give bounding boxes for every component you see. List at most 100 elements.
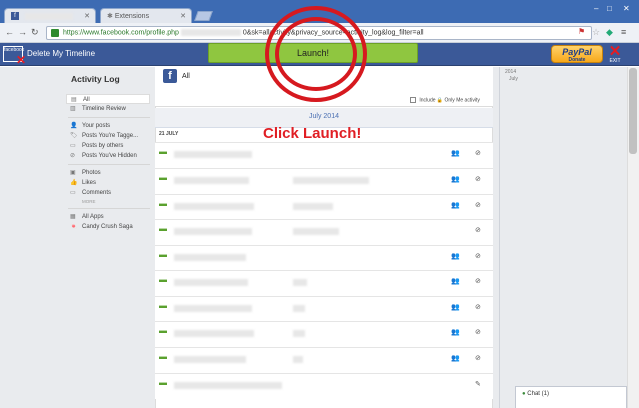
block-icon[interactable]: ⊘ xyxy=(475,277,481,285)
block-icon[interactable]: ⊘ xyxy=(475,175,481,183)
sidebar-item[interactable]: 🏷 Posts You're Tagge... xyxy=(66,131,150,141)
activity-detail-blurred xyxy=(293,330,305,337)
sidebar-item[interactable]: MORE xyxy=(66,198,150,205)
sidebar-item[interactable]: 👤 Your posts xyxy=(66,121,150,131)
activity-text-blurred xyxy=(174,151,252,158)
activity-row: ▬ ✎ xyxy=(155,373,493,399)
post-type-icon: ▬ xyxy=(159,173,167,182)
block-icon[interactable]: ⊘ xyxy=(475,201,481,209)
post-type-icon: ▬ xyxy=(159,147,167,156)
close-tab-icon[interactable]: ✕ xyxy=(84,12,90,20)
block-icon[interactable]: ⊘ xyxy=(475,252,481,260)
comment-icon: ▭ xyxy=(70,190,76,196)
block-icon[interactable]: ⊘ xyxy=(475,149,481,157)
sidebar-divider xyxy=(68,164,150,165)
scrollbar-thumb[interactable] xyxy=(629,68,637,154)
activity-row: ▬ 👥 ⊘ xyxy=(155,245,493,271)
sidebar-item[interactable]: ▤ All xyxy=(66,94,150,104)
audience-icon[interactable]: 👥 xyxy=(451,149,460,157)
include-checkbox[interactable] xyxy=(410,97,416,103)
audience-icon[interactable]: 👥 xyxy=(451,303,460,311)
activity-log-sidebar: Activity Log ▤ All ▥ Timeline Review 👤 Your p… xyxy=(66,74,150,232)
audience-icon[interactable]: 👥 xyxy=(451,277,460,285)
sidebar-item[interactable]: 🍬 Candy Crush Saga xyxy=(66,222,150,232)
tab-extensions[interactable]: ✱ Extensions ✕ xyxy=(100,8,192,23)
activity-detail-blurred xyxy=(293,177,369,184)
post-type-icon: ▬ xyxy=(159,250,167,259)
include-only-me-toggle[interactable]: Include 🔒 Only Me activity xyxy=(410,97,480,103)
audience-icon[interactable]: 👥 xyxy=(451,328,460,336)
block-icon[interactable]: ⊘ xyxy=(475,226,481,234)
audience-icon[interactable]: 👥 xyxy=(451,201,460,209)
close-window-button[interactable]: ✕ xyxy=(623,4,630,13)
timeline-scrubber: 2014 July xyxy=(499,67,627,408)
extension-title: Delete My Timeline xyxy=(27,49,96,58)
sidebar-item[interactable]: 👍 Likes xyxy=(66,178,150,188)
facebook-logo-icon: f xyxy=(163,69,177,83)
sidebar-item-label: Posts You've Hidden xyxy=(82,153,137,159)
reload-icon[interactable]: ↻ xyxy=(31,27,39,38)
chat-label: Chat (1) xyxy=(527,391,549,397)
timeline-month[interactable]: July xyxy=(509,76,518,82)
audience-icon[interactable]: 👥 xyxy=(451,354,460,362)
exit-button[interactable]: ✕ EXIT xyxy=(607,44,623,65)
audience-icon[interactable]: 👥 xyxy=(451,175,460,183)
tab-facebook[interactable]: f ✕ xyxy=(4,8,96,23)
tab-title-blurred xyxy=(24,12,73,20)
chat-icon: ● xyxy=(522,391,526,397)
edit-icon[interactable]: ✎ xyxy=(475,380,481,388)
bookmark-star-icon[interactable]: ☆ xyxy=(592,27,600,38)
tag-icon: 🏷 xyxy=(70,133,78,139)
sidebar-item[interactable]: ▥ Timeline Review xyxy=(66,104,150,114)
forward-icon[interactable]: → xyxy=(18,27,27,37)
new-tab-button[interactable] xyxy=(194,11,213,21)
candy-icon: 🍬 xyxy=(70,224,78,230)
sidebar-item[interactable]: ⊘ Posts You've Hidden xyxy=(66,151,150,161)
activity-text-blurred xyxy=(174,254,246,261)
chat-tab[interactable]: ● Chat (1) xyxy=(515,386,627,408)
sidebar-item-label: All xyxy=(83,97,90,103)
maximize-button[interactable]: □ xyxy=(607,4,612,13)
block-icon[interactable]: ⊘ xyxy=(475,328,481,336)
sidebar-item[interactable]: ▭ Comments xyxy=(66,188,150,198)
block-icon[interactable]: ⊘ xyxy=(475,354,481,362)
activity-row: ▬ 👥 ⊘ xyxy=(155,168,493,194)
post-type-icon: ▬ xyxy=(159,352,167,361)
activity-row: ▬ 👥 ⊘ xyxy=(155,142,493,168)
sidebar-item-label: Likes xyxy=(82,180,97,186)
red-x-icon: ✕ xyxy=(15,53,26,67)
activity-log-title: Activity Log xyxy=(71,74,120,84)
minimize-button[interactable]: – xyxy=(594,4,598,13)
activity-detail-blurred xyxy=(293,356,303,363)
flag-icon[interactable]: ⚑ xyxy=(578,27,585,36)
post-type-icon: ▬ xyxy=(159,199,167,208)
date-header: 21 JULY xyxy=(159,131,179,137)
extension-icon[interactable]: ◆ xyxy=(606,27,613,38)
timeline-year[interactable]: 2014 xyxy=(505,69,516,75)
sidebar-item[interactable]: ▭ Posts by others xyxy=(66,141,150,151)
sidebar-item-label: All Apps xyxy=(82,214,104,220)
lock-icon xyxy=(51,29,59,37)
activity-row: ▬ ⊘ xyxy=(155,219,493,245)
close-tab-icon[interactable]: ✕ xyxy=(180,12,186,20)
lock-icon: 🔒 xyxy=(436,97,444,104)
url-prefix: https://www.facebook.com/profile.php xyxy=(63,29,179,37)
timeline-icon: ▥ xyxy=(70,106,76,112)
sidebar-item-label: Photos xyxy=(82,170,101,176)
menu-icon[interactable]: ≡ xyxy=(621,27,626,37)
photo-icon: ▣ xyxy=(70,170,76,176)
activity-text-blurred xyxy=(174,177,249,184)
activity-text-blurred xyxy=(174,228,252,235)
sidebar-item[interactable]: ▦ All Apps xyxy=(66,212,150,222)
block-icon[interactable]: ⊘ xyxy=(475,303,481,311)
activity-row: ▬ 👥 ⊘ xyxy=(155,296,493,322)
sidebar-item-label: Your posts xyxy=(82,123,111,129)
paypal-donate-button[interactable]: PayPal Donate xyxy=(551,45,603,63)
like-icon: 👍 xyxy=(70,180,78,186)
sidebar-item-label: Comments xyxy=(82,190,112,196)
post-type-icon: ▬ xyxy=(159,326,167,335)
activity-row: ▬ 👥 ⊘ xyxy=(155,270,493,296)
audience-icon[interactable]: 👥 xyxy=(451,252,460,260)
sidebar-item[interactable]: ▣ Photos xyxy=(66,168,150,178)
back-icon[interactable]: ← xyxy=(5,27,14,37)
